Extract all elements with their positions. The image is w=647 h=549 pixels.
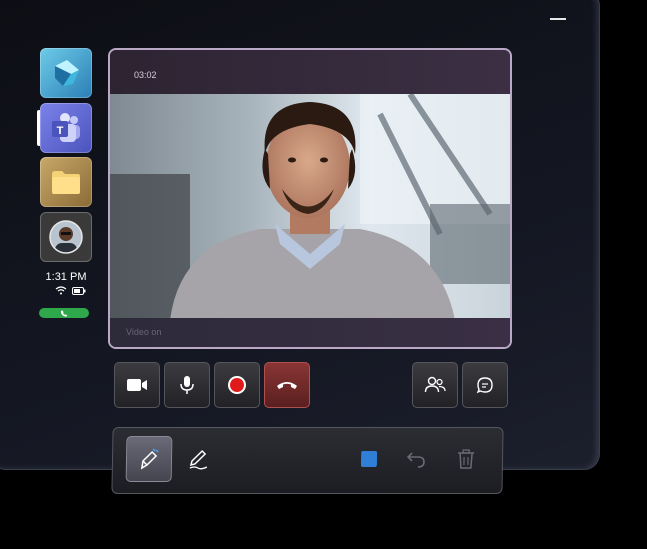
phone-icon (61, 310, 68, 317)
clock: 1:31 PM (45, 271, 87, 283)
color-picker-button[interactable] (346, 436, 393, 482)
microphone-button[interactable] (164, 362, 210, 408)
call-timer: 03:02 (134, 70, 157, 80)
record-icon (228, 376, 246, 394)
video-footer: Video on (110, 318, 510, 347)
app-tile-teams[interactable]: T (40, 103, 92, 153)
chat-icon (476, 377, 493, 394)
active-call-indicator[interactable] (39, 308, 89, 318)
video-caption: Video on (126, 327, 162, 337)
teams-icon: T (52, 113, 80, 142)
pen-icon (189, 449, 208, 470)
record-button[interactable] (214, 362, 260, 408)
annotation-pen-icon (140, 448, 159, 470)
svg-text:T: T (57, 125, 64, 137)
app-tile-dynamics[interactable] (40, 48, 92, 98)
annotation-tool-button[interactable] (125, 436, 173, 482)
avatar-icon (49, 220, 83, 254)
dynamics-icon (55, 60, 79, 86)
participants-button[interactable] (412, 362, 458, 408)
minimize-button[interactable] (550, 18, 566, 20)
status-icons (55, 286, 86, 295)
battery-icon (72, 286, 86, 295)
camera-button[interactable] (114, 362, 160, 408)
undo-button[interactable] (393, 436, 440, 482)
people-icon (424, 376, 446, 393)
wifi-icon (55, 286, 67, 295)
delete-button[interactable] (443, 436, 490, 482)
chat-button[interactable] (462, 362, 508, 408)
undo-icon (406, 452, 425, 468)
color-swatch-icon (360, 451, 378, 467)
video-window: 03:02 Video on (108, 48, 512, 349)
hang-up-icon (277, 382, 297, 389)
remote-video-feed (110, 94, 510, 320)
microphone-icon (180, 376, 194, 394)
annotation-toolbar (111, 427, 504, 494)
app-tile-files[interactable] (40, 157, 92, 207)
app-tile-contact[interactable] (40, 212, 92, 262)
hang-up-button[interactable] (264, 362, 310, 408)
delete-icon (458, 449, 475, 469)
video-header: 03:02 (110, 50, 510, 94)
folder-icon (52, 171, 80, 194)
video-camera-icon (127, 379, 147, 391)
pen-tool-button[interactable] (176, 436, 223, 482)
